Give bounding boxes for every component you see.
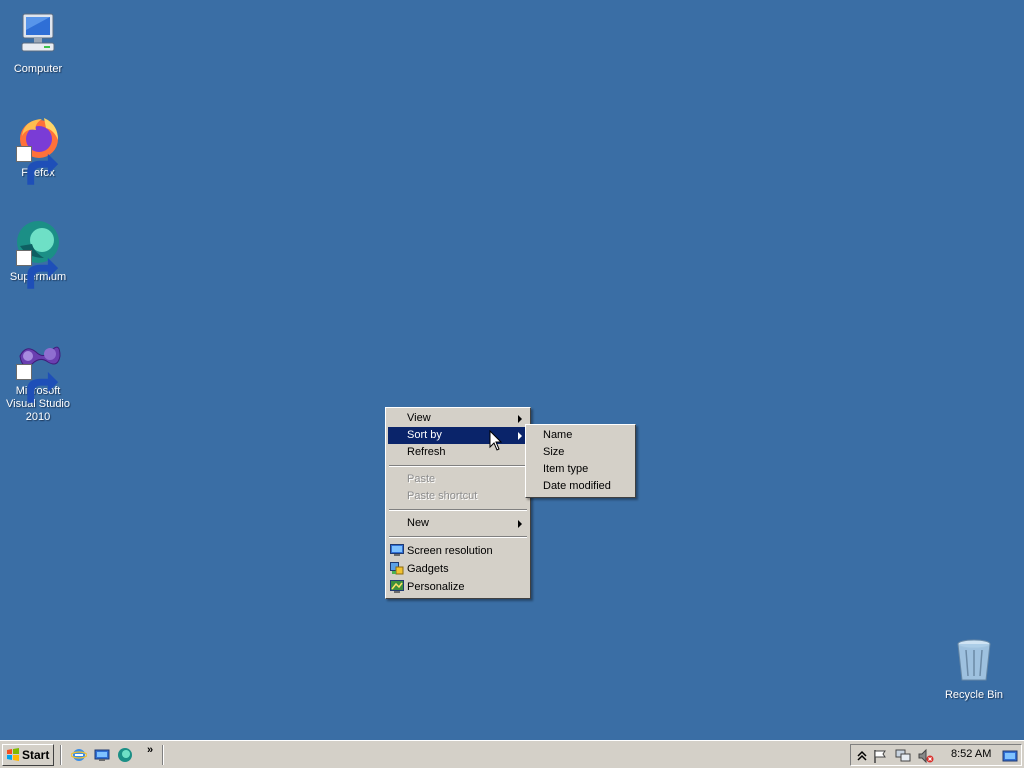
submenu-arrow-icon	[518, 520, 522, 528]
show-desktop-icon[interactable]	[94, 747, 110, 763]
desktop-icon-computer[interactable]: Computer	[0, 10, 76, 76]
menu-item-label: Refresh	[407, 446, 446, 458]
show-desktop-corner-icon[interactable]	[1002, 748, 1018, 764]
gadgets-icon	[390, 562, 404, 575]
taskbar: Start » 8:52 AM	[0, 740, 1024, 768]
firefox-icon	[14, 114, 62, 185]
menu-item-new[interactable]: New	[388, 515, 528, 532]
submenu-item-size[interactable]: Size	[528, 444, 633, 461]
menu-item-label: Personalize	[407, 581, 465, 593]
mouse-pointer-icon	[489, 430, 503, 451]
sort-by-submenu: Name Size Item type Date modified	[525, 424, 636, 498]
menu-item-label: Item type	[543, 463, 589, 475]
internet-explorer-icon[interactable]	[71, 747, 87, 763]
supermium-icon[interactable]	[117, 747, 133, 763]
system-tray: 8:52 AM	[850, 744, 1022, 766]
menu-item-paste-shortcut: Paste shortcut	[388, 488, 528, 505]
quick-launch-overflow-button[interactable]: »	[147, 744, 153, 756]
menu-item-label: View	[407, 412, 431, 424]
personalize-icon	[390, 580, 404, 593]
shortcut-arrow-icon	[16, 364, 59, 403]
desktop-icon-label: Computer	[13, 63, 63, 75]
visual-studio-icon	[14, 332, 62, 403]
menu-item-sort-by[interactable]: Sort by	[388, 427, 528, 444]
shortcut-arrow-icon	[16, 250, 59, 289]
start-label: Start	[22, 748, 50, 762]
taskbar-clock[interactable]: 8:52 AM	[951, 748, 991, 760]
menu-item-label: Name	[543, 429, 573, 441]
desktop-icon-label: Recycle Bin	[944, 689, 1004, 701]
menu-item-label: Paste	[407, 473, 436, 485]
menu-separator	[389, 465, 527, 467]
taskbar-separator	[162, 745, 164, 765]
show-hidden-icons-icon[interactable]	[854, 748, 870, 764]
computer-icon	[14, 10, 62, 58]
windows-logo-icon	[7, 748, 19, 761]
menu-item-label: New	[407, 517, 430, 529]
submenu-arrow-icon	[518, 415, 522, 423]
shortcut-arrow-icon	[16, 146, 59, 185]
volume-muted-icon[interactable]	[918, 748, 934, 764]
recycle-bin-icon	[950, 636, 998, 684]
taskbar-separator	[60, 745, 62, 765]
desktop-icon-supermium[interactable]: Supermium	[0, 218, 76, 289]
action-center-flag-icon[interactable]	[872, 748, 888, 764]
desktop-context-menu: View Sort by Refresh Paste Paste shortcu…	[385, 407, 531, 599]
start-button[interactable]: Start	[2, 744, 54, 766]
menu-separator	[389, 509, 527, 511]
submenu-item-date-modified[interactable]: Date modified	[528, 478, 633, 495]
screen-resolution-icon	[390, 544, 404, 557]
menu-item-label: Date modified	[543, 480, 611, 492]
menu-item-label: Sort by	[407, 429, 442, 441]
submenu-arrow-icon	[518, 432, 522, 440]
supermium-icon	[14, 218, 62, 289]
menu-item-gadgets[interactable]: Gadgets	[388, 560, 528, 578]
submenu-item-name[interactable]: Name	[528, 427, 633, 444]
desktop-icon-firefox[interactable]: Firefox	[0, 114, 76, 185]
menu-item-view[interactable]: View	[388, 410, 528, 427]
menu-item-label: Paste shortcut	[407, 490, 478, 502]
menu-item-screen-resolution[interactable]: Screen resolution	[388, 542, 528, 560]
menu-separator	[389, 536, 527, 538]
submenu-item-item-type[interactable]: Item type	[528, 461, 633, 478]
network-icon[interactable]	[895, 748, 911, 764]
menu-item-label: Size	[543, 446, 565, 458]
menu-item-refresh[interactable]: Refresh	[388, 444, 528, 461]
desktop-icon-visual-studio[interactable]: Microsoft Visual Studio 2010	[0, 332, 76, 424]
menu-item-label: Gadgets	[407, 563, 449, 575]
menu-item-personalize[interactable]: Personalize	[388, 578, 528, 596]
desktop-icon-recycle-bin[interactable]: Recycle Bin	[936, 636, 1012, 702]
menu-item-label: Screen resolution	[407, 545, 493, 557]
menu-item-paste: Paste	[388, 471, 528, 488]
